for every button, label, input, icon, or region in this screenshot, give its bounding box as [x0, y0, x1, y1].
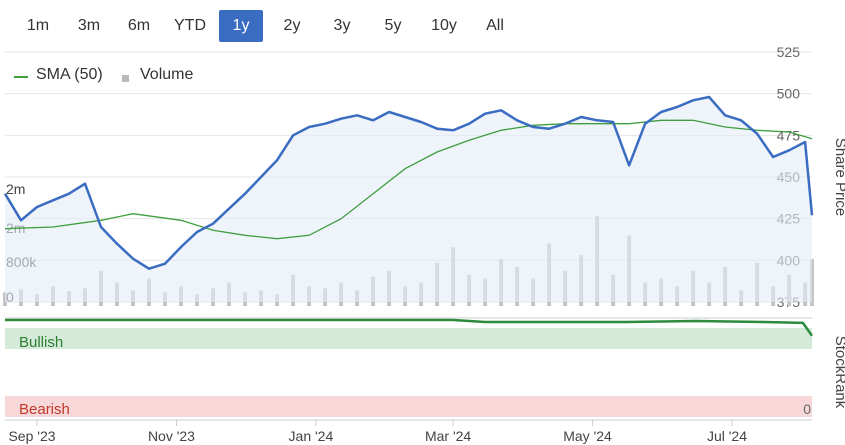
- x-tick-label: Sep '23: [8, 428, 55, 444]
- price-tick-label: 475: [777, 127, 801, 143]
- stockrank-tick-label: 0: [803, 401, 811, 417]
- price-tick-label: 525: [777, 44, 801, 60]
- volume-tick-label: 2m: [6, 181, 25, 197]
- x-tick-label: Nov '23: [148, 428, 195, 444]
- bullish-band: [5, 328, 812, 349]
- price-area: [5, 97, 812, 302]
- x-tick-label: May '24: [563, 428, 612, 444]
- price-axis-title: Share Price: [832, 138, 845, 216]
- x-tick-label: Mar '24: [425, 428, 471, 444]
- bearish-band: [5, 396, 812, 417]
- bearish-label: Bearish: [19, 401, 70, 418]
- price-tick-label: 500: [777, 86, 801, 102]
- stock-chart: 5255004754504254003752m2m800k0Share Pric…: [3, 44, 845, 444]
- bullish-label: Bullish: [19, 334, 63, 351]
- stockrank-axis-title: StockRank: [832, 336, 845, 409]
- x-tick-label: Jul '24: [707, 428, 747, 444]
- x-tick-label: Jan '24: [289, 428, 334, 444]
